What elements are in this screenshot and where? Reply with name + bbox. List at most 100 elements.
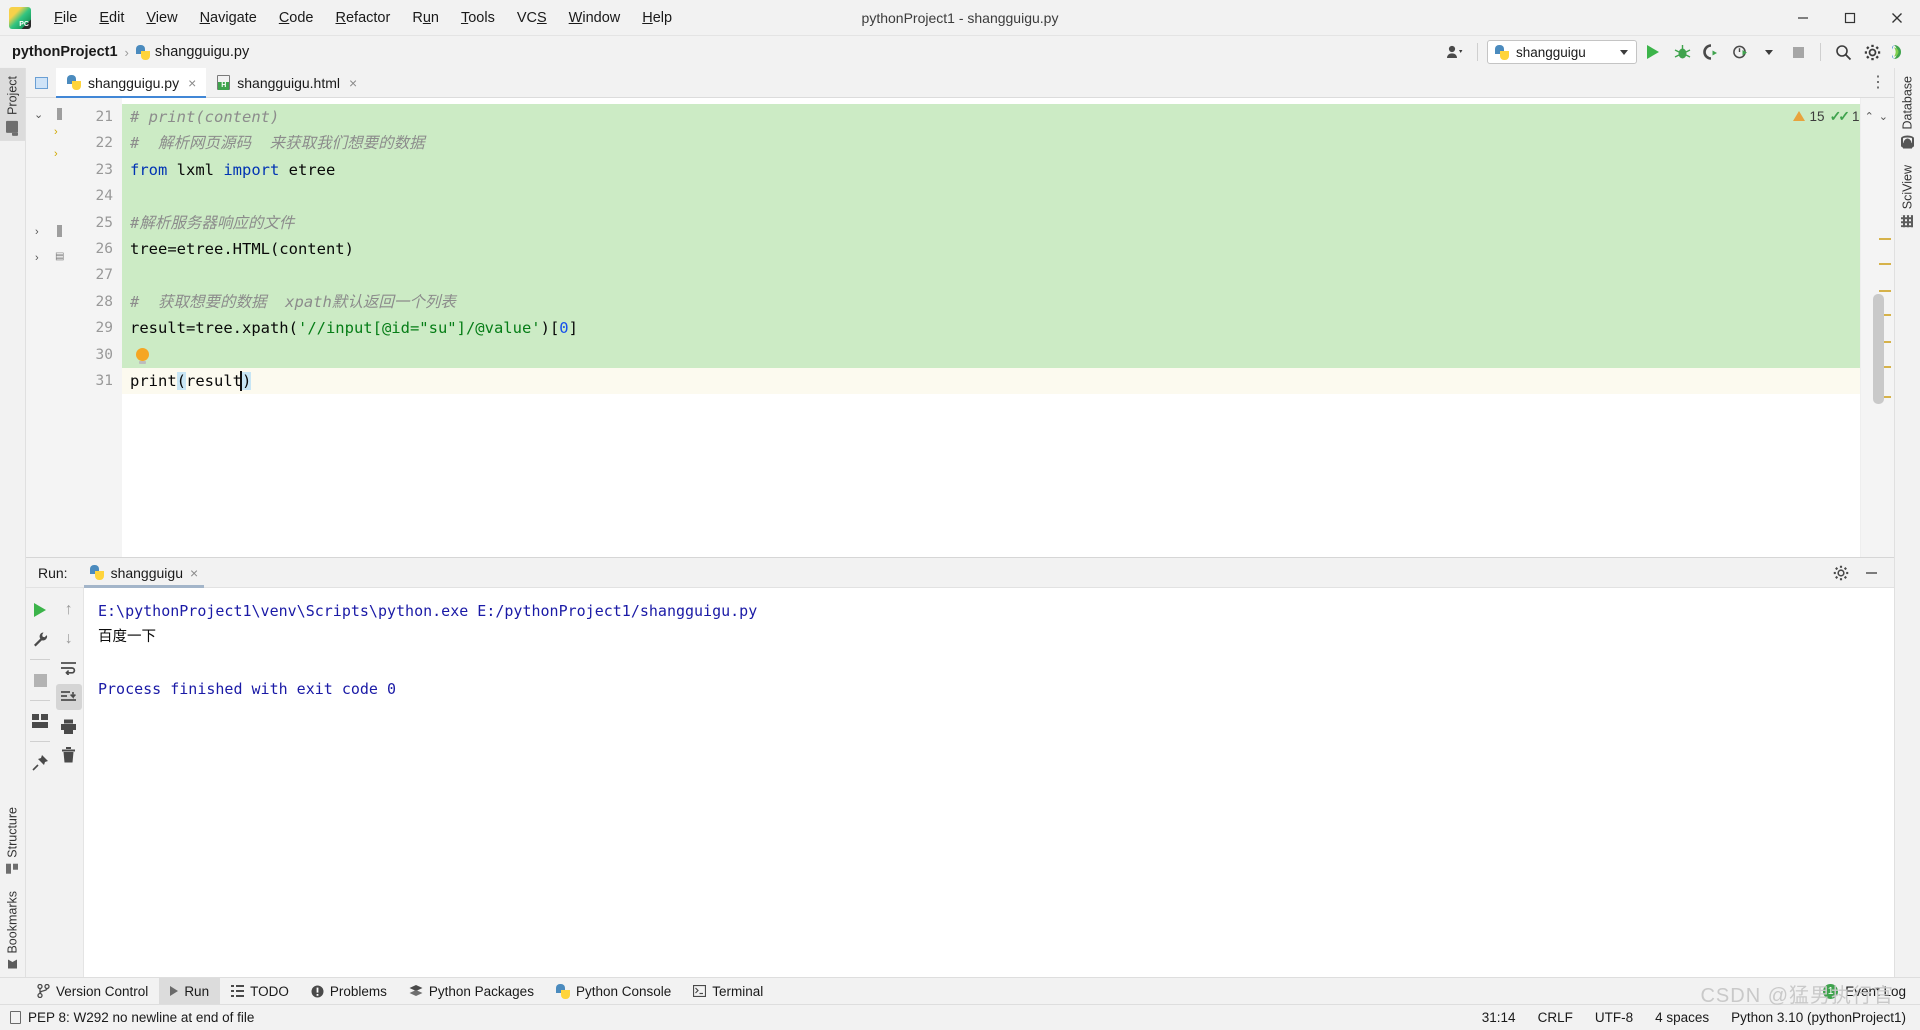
code-editor[interactable]: ⌄ › › ▤ › › 21 22 23 24 25 26 27 28 29 3… <box>26 98 1894 557</box>
sidebar-item-project[interactable]: Project <box>0 68 25 141</box>
code-line[interactable] <box>122 341 1860 368</box>
run-tab-close-icon[interactable]: × <box>190 565 198 581</box>
code-line[interactable]: #解析服务器响应的文件 <box>122 209 1860 236</box>
run-button[interactable] <box>1640 40 1666 64</box>
code-line[interactable]: result=tree.xpath('//input[@id="su"]/@va… <box>122 315 1860 342</box>
run-panel-settings-button[interactable] <box>1828 561 1854 585</box>
code-line[interactable]: # 获取想要的数据 xpath默认返回一个列表 <box>122 288 1860 316</box>
tab-shangguigu-html[interactable]: shangguigu.html × <box>206 68 368 97</box>
debug-button[interactable] <box>1669 40 1695 64</box>
rerun-button[interactable] <box>27 597 53 623</box>
toolwindow-run[interactable]: Run <box>159 977 221 1005</box>
tab-shangguigu-html-label: shangguigu.html <box>237 74 341 91</box>
toolwindow-python-packages[interactable]: Python Packages <box>398 978 545 1005</box>
line-separator[interactable]: CRLF <box>1538 1010 1573 1025</box>
tab-shangguigu-py[interactable]: shangguigu.py × <box>56 68 207 98</box>
settings-button[interactable] <box>1859 40 1885 64</box>
code-line[interactable] <box>122 183 1860 210</box>
next-occurrence-button[interactable]: ↓ <box>56 626 82 652</box>
console-output[interactable]: E:\pythonProject1\venv\Scripts\python.ex… <box>84 588 1894 977</box>
tab-close-icon[interactable]: × <box>349 75 357 91</box>
prev-occurrence-button[interactable]: ↑ <box>56 597 82 623</box>
event-log-area[interactable]: 1 Event Log <box>1823 983 1920 999</box>
intention-bulb-icon[interactable] <box>136 347 149 364</box>
code-line[interactable]: tree=etree.HTML(content) <box>122 235 1860 263</box>
sidebar-item-bookmarks[interactable]: Bookmarks <box>0 883 25 977</box>
fold-chevron-right-icon-2[interactable]: › <box>35 252 39 264</box>
menu-tools[interactable]: Tools <box>450 6 506 30</box>
editor-scroll-rail[interactable]: 15 ✓✓ 1 ⌃ ⌄ <box>1792 98 1894 557</box>
user-account-button[interactable] <box>1442 40 1468 64</box>
profile-dropdown-button[interactable] <box>1756 40 1782 64</box>
indent-setting[interactable]: 4 spaces <box>1655 1010 1709 1025</box>
stop-button[interactable] <box>1785 40 1811 64</box>
minimize-button[interactable] <box>1779 0 1826 36</box>
toolwindow-terminal[interactable]: Terminal <box>682 978 774 1005</box>
search-icon <box>1835 44 1851 60</box>
code-line[interactable]: print(result) <box>122 367 1860 395</box>
close-button[interactable] <box>1873 0 1920 36</box>
menu-run[interactable]: Run <box>401 6 450 30</box>
more-options-icon[interactable]: ⋮ <box>1870 74 1886 90</box>
code-line[interactable] <box>122 262 1860 289</box>
file-encoding[interactable]: UTF-8 <box>1595 1010 1633 1025</box>
menu-edit[interactable]: Edit <box>88 6 135 30</box>
breadcrumb-project[interactable]: pythonProject1 <box>12 44 118 60</box>
terminal-icon <box>693 985 707 997</box>
menu-help[interactable]: Help <box>631 6 683 30</box>
run-with-coverage-button[interactable] <box>1698 40 1724 64</box>
code-token: ) <box>242 371 252 390</box>
run-settings-button[interactable] <box>27 626 53 652</box>
breadcrumb-file[interactable]: shangguigu.py <box>135 44 249 60</box>
pin-tab-button[interactable] <box>27 749 53 775</box>
toolwindow-version-control[interactable]: Version Control <box>26 978 159 1005</box>
menu-navigate[interactable]: Navigate <box>189 6 268 30</box>
prev-problem-icon[interactable]: ⌃ <box>1865 110 1874 123</box>
maximize-button[interactable] <box>1826 0 1873 36</box>
warning-triangle-icon <box>1792 111 1805 121</box>
profile-button[interactable] <box>1727 40 1753 64</box>
stop-process-button[interactable] <box>27 667 53 693</box>
run-toolbar-col-1 <box>26 588 55 977</box>
scroll-to-end-button[interactable] <box>55 684 82 710</box>
fold-chevron-down-icon[interactable]: ⌄ <box>34 108 43 121</box>
editor-scrollbar-thumb[interactable] <box>1873 294 1884 404</box>
line-number: 25 <box>95 214 113 231</box>
soft-wrap-button[interactable] <box>56 655 82 681</box>
menu-refactor[interactable]: Refactor <box>325 6 402 30</box>
updates-button[interactable] <box>1888 40 1914 64</box>
python-interpreter[interactable]: Python 3.10 (pythonProject1) <box>1731 1010 1906 1025</box>
sidebar-item-database[interactable]: Database <box>1895 68 1920 157</box>
toolwindow-todo[interactable]: TODO <box>220 978 300 1005</box>
clear-all-button[interactable] <box>56 742 82 768</box>
tab-close-icon[interactable]: × <box>188 75 196 91</box>
run-tab-shangguigu[interactable]: shangguigu × <box>80 558 209 588</box>
run-configuration-selector[interactable]: shangguigu <box>1487 40 1637 64</box>
menu-file[interactable]: File <box>43 6 88 30</box>
inspection-widget[interactable]: 15 ✓✓ 1 ⌃ ⌄ <box>1792 104 1894 128</box>
chevron-down-icon <box>1765 49 1773 55</box>
code-line[interactable]: # print(content) <box>122 104 1860 131</box>
menu-vcs[interactable]: VCS <box>506 6 558 30</box>
menu-window[interactable]: Window <box>558 6 632 30</box>
cursor-position[interactable]: 31:14 <box>1482 1010 1516 1025</box>
code-text-area[interactable]: # print(content) # 解析网页源码 来获取我们想要的数据 from … <box>122 98 1860 557</box>
run-configuration-label: shangguigu <box>1516 44 1586 60</box>
menu-code[interactable]: Code <box>268 6 325 30</box>
print-button[interactable] <box>56 713 82 739</box>
toolwindow-python-console[interactable]: Python Console <box>545 978 682 1005</box>
run-panel-minimize-button[interactable] <box>1858 561 1884 585</box>
code-line[interactable]: # 解析网页源码 来获取我们想要的数据 <box>122 130 1860 157</box>
search-everywhere-button[interactable] <box>1830 40 1856 64</box>
check-count: 1 <box>1852 108 1860 124</box>
sidebar-item-structure[interactable]: Structure <box>0 799 25 884</box>
menu-view[interactable]: View <box>135 6 188 30</box>
tab-preview-toggle[interactable] <box>26 68 56 97</box>
layout-button[interactable] <box>27 708 53 734</box>
breadcrumb-separator: › <box>124 44 129 60</box>
code-line[interactable]: from lxml import etree <box>122 156 1860 184</box>
next-problem-icon[interactable]: ⌄ <box>1879 110 1888 123</box>
sidebar-item-sciview[interactable]: SciView <box>1895 157 1920 235</box>
fold-chevron-right-icon[interactable]: › <box>35 226 39 238</box>
toolwindow-problems[interactable]: Problems <box>300 978 398 1005</box>
